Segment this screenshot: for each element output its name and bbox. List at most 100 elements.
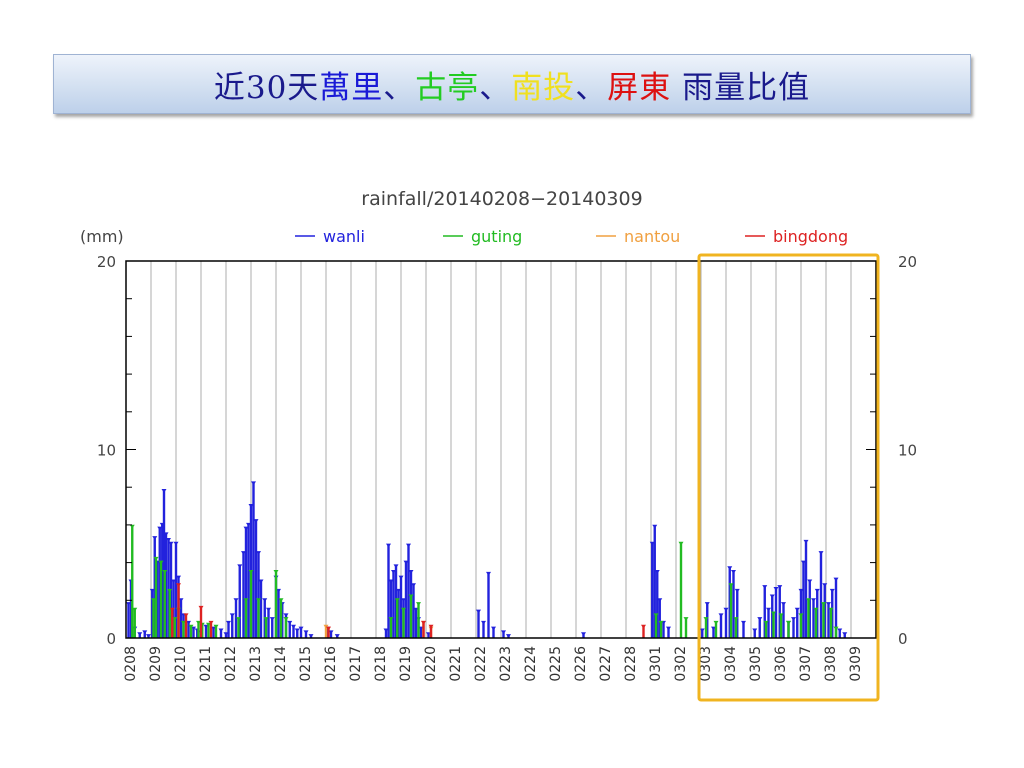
data-marker <box>818 551 824 556</box>
data-marker <box>161 488 167 493</box>
data-marker <box>826 602 831 607</box>
data-marker <box>791 617 796 622</box>
data-marker <box>421 620 426 625</box>
data-marker <box>807 579 813 584</box>
data-marker <box>152 536 158 541</box>
data-marker <box>652 524 658 529</box>
data-marker <box>741 620 746 625</box>
x-tick-label: 0308 <box>823 646 839 682</box>
data-marker <box>842 632 848 637</box>
data-marker <box>287 620 293 625</box>
y-tick-label-left: 0 <box>106 630 116 648</box>
data-marker <box>734 588 740 593</box>
data-marker <box>769 594 775 599</box>
x-tick-label: 0307 <box>798 646 814 682</box>
y-tick-label-right: 10 <box>898 442 917 460</box>
data-marker <box>773 586 779 591</box>
data-marker <box>251 481 256 486</box>
data-marker <box>786 620 791 625</box>
data-marker <box>198 605 204 610</box>
data-marker <box>704 602 710 607</box>
x-tick-label: 0224 <box>523 646 539 682</box>
data-marker <box>137 632 143 637</box>
data-marker <box>683 617 689 622</box>
data-marker <box>476 609 481 614</box>
x-tick-label: 0208 <box>123 646 139 682</box>
data-marker <box>416 602 421 607</box>
chart-legend: wanli guting nantou bingdong <box>295 227 848 246</box>
data-marker <box>803 539 809 544</box>
data-marker <box>781 602 786 607</box>
data-marker <box>406 543 411 548</box>
x-tick-label: 0306 <box>773 646 789 682</box>
x-tick-label: 0217 <box>348 646 364 682</box>
data-marker <box>666 626 671 631</box>
legend-label-wanli: wanli <box>323 227 365 246</box>
legend-label-nantou: nantou <box>624 227 680 246</box>
y-tick-label-right: 0 <box>898 630 908 648</box>
x-tick-label: 0305 <box>748 646 764 682</box>
x-tick-label: 0212 <box>223 646 239 682</box>
data-marker <box>829 588 835 593</box>
rainfall-chart: rainfall/20140208−20140309 (mm) wanli gut… <box>80 188 917 702</box>
data-marker <box>766 607 771 612</box>
data-marker <box>501 630 506 635</box>
data-marker <box>713 620 719 625</box>
x-tick-label: 0228 <box>623 646 639 682</box>
x-tick-label: 0227 <box>598 646 614 682</box>
chart-title: rainfall/20140208−20140309 <box>361 188 642 210</box>
data-marker <box>762 585 768 590</box>
data-marker <box>641 624 646 629</box>
y-axis-unit-label: (mm) <box>80 227 124 246</box>
x-tick-label: 0216 <box>323 646 339 682</box>
data-marker <box>811 598 816 603</box>
x-tick-label: 0209 <box>148 646 164 682</box>
y-tick-label-right: 20 <box>898 253 917 271</box>
data-marker <box>303 630 309 635</box>
data-marker <box>233 598 239 603</box>
data-marker <box>752 628 758 633</box>
data-marker <box>822 583 828 588</box>
data-marker <box>291 624 296 629</box>
data-marker <box>173 541 179 546</box>
x-tick-label: 0223 <box>498 646 514 682</box>
y-tick-label-left: 10 <box>97 442 116 460</box>
data-marker <box>727 566 733 571</box>
x-tick-label: 0215 <box>298 646 314 682</box>
legend-label-guting: guting <box>471 227 522 246</box>
data-marker <box>283 617 289 622</box>
x-tick-label: 0222 <box>473 646 489 682</box>
data-marker <box>262 598 268 603</box>
x-tick-label: 0301 <box>648 646 664 682</box>
y-tick-label-left: 20 <box>97 253 116 271</box>
legend-label-bingdong: bingdong <box>773 227 848 246</box>
data-marker <box>481 620 486 625</box>
data-marker <box>229 613 235 618</box>
chart-series-bars <box>126 481 848 639</box>
x-tick-label: 0214 <box>273 646 289 682</box>
data-marker <box>814 588 820 593</box>
data-marker <box>283 613 289 618</box>
data-marker <box>731 570 736 575</box>
x-tick-label: 0219 <box>398 646 414 682</box>
data-marker <box>266 607 271 612</box>
x-tick-label: 0304 <box>723 646 739 682</box>
data-marker <box>142 630 148 635</box>
data-marker <box>273 570 279 575</box>
x-tick-label: 0220 <box>423 646 439 682</box>
data-marker <box>833 577 839 582</box>
data-marker <box>757 617 763 622</box>
data-marker <box>723 607 729 612</box>
x-tick-label: 0211 <box>198 646 214 682</box>
x-tick-label: 0213 <box>248 646 264 682</box>
data-marker <box>269 617 275 622</box>
data-marker <box>386 543 391 548</box>
series-wanli <box>126 481 848 639</box>
x-tick-label: 0225 <box>548 646 564 682</box>
x-tick-label: 0309 <box>848 646 864 682</box>
x-tick-label: 0218 <box>373 646 389 682</box>
x-tick-label: 0226 <box>573 646 589 682</box>
data-marker <box>218 628 224 633</box>
x-tick-label: 0221 <box>448 646 464 682</box>
x-tick-label: 0210 <box>173 646 189 682</box>
